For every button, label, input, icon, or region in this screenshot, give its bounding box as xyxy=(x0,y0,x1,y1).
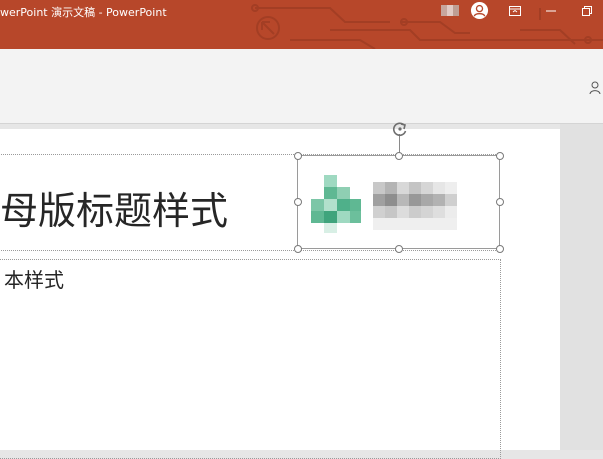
user-avatar-icon[interactable] xyxy=(470,1,489,20)
resize-handle-bottom[interactable] xyxy=(395,245,403,253)
rotation-handle-line xyxy=(399,134,400,154)
resize-handle-top[interactable] xyxy=(395,152,403,160)
resize-handle-top-left[interactable] xyxy=(294,152,302,160)
vertical-scroll-area[interactable] xyxy=(560,124,603,450)
body-placeholder-text[interactable]: 本样式 xyxy=(4,264,64,293)
resize-handle-bottom-left[interactable] xyxy=(294,245,302,253)
share-person-icon[interactable] xyxy=(589,81,601,95)
ribbon-display-options-icon xyxy=(509,6,521,16)
restore-button[interactable] xyxy=(569,0,603,22)
title-bar: werPoint 演示文稿 - PowerPoint xyxy=(0,0,603,49)
rotate-handle-icon[interactable] xyxy=(390,121,410,137)
restore-icon xyxy=(582,6,592,16)
resize-handle-right[interactable] xyxy=(496,198,504,206)
account-name-blurred[interactable] xyxy=(441,5,459,16)
resize-handle-top-right[interactable] xyxy=(496,152,504,160)
title-placeholder-text[interactable]: 母版标题样式 xyxy=(0,180,228,235)
ribbon xyxy=(0,49,603,124)
resize-handle-bottom-right[interactable] xyxy=(496,245,504,253)
blurred-logo-image xyxy=(311,175,457,233)
body-placeholder[interactable] xyxy=(0,259,501,459)
minimize-icon xyxy=(546,10,556,12)
window-title: werPoint 演示文稿 - PowerPoint xyxy=(0,6,167,19)
ribbon-display-options-button[interactable] xyxy=(497,0,533,22)
minimize-button[interactable] xyxy=(533,0,569,22)
resize-handle-left[interactable] xyxy=(294,198,302,206)
